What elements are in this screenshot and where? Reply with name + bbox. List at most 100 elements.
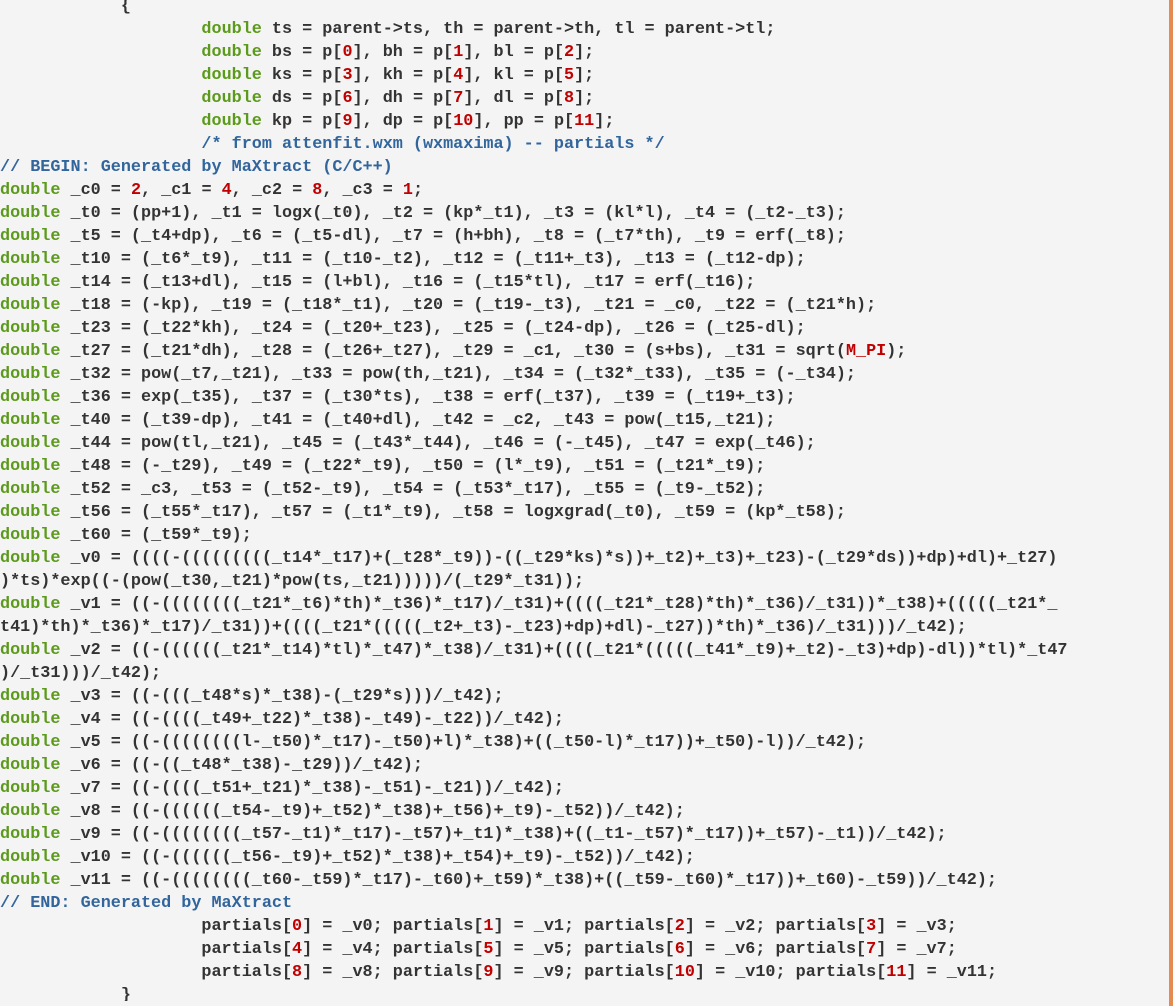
code-text: ] = _v8; partials[ xyxy=(302,963,484,982)
code-line: double _v8 = ((-((((((_t54-_t9)+_t52)*_t… xyxy=(0,800,1166,823)
number-literal: 1 xyxy=(483,917,494,936)
number-literal: 10 xyxy=(674,963,695,982)
keyword-token: double xyxy=(0,779,61,798)
code-text: ] = _v5; partials[ xyxy=(493,940,675,959)
keyword-token: double xyxy=(0,526,61,545)
number-literal: 6 xyxy=(342,89,353,108)
keyword-token: double xyxy=(0,802,61,821)
code-line: double kp = p[9], dp = p[10], pp = p[11]… xyxy=(0,110,1166,133)
number-literal: 3 xyxy=(342,66,353,85)
code-text: ds = p[ xyxy=(261,89,343,108)
code-line: } xyxy=(0,984,1166,1001)
number-literal: 0 xyxy=(292,917,303,936)
number-literal: 5 xyxy=(483,940,494,959)
keyword-token: double xyxy=(201,20,262,39)
code-text: } xyxy=(0,986,131,1001)
code-line: double _t40 = (_t39-dp), _t41 = (_t40+dl… xyxy=(0,409,1166,432)
code-text: _t60 = (_t59*_t9); xyxy=(60,526,252,545)
code-text: ] = _v0; partials[ xyxy=(302,917,484,936)
code-text: ], dh = p[ xyxy=(352,89,454,108)
code-line: double _v11 = ((-((((((((_t60-_t59)*_t17… xyxy=(0,869,1166,892)
code-text: ] = _v6; partials[ xyxy=(684,940,867,959)
code-text: ], bl = p[ xyxy=(463,43,565,62)
code-text: ] = _v9; partials[ xyxy=(493,963,675,982)
code-line: )*ts)*exp((-(pow(_t30,_t21)*pow(ts,_t21)… xyxy=(0,570,1166,593)
scrollbar-edge[interactable] xyxy=(1169,0,1173,1006)
keyword-token: double xyxy=(0,733,61,752)
code-text: ] = _v2; partials[ xyxy=(684,917,867,936)
code-text: _t36 = exp(_t35), _t37 = (_t30*ts), _t38… xyxy=(60,388,796,407)
code-line: double _t32 = pow(_t7,_t21), _t33 = pow(… xyxy=(0,363,1166,386)
keyword-token: double xyxy=(0,227,61,246)
code-line: double _v9 = ((-((((((((_t57-_t1)*_t17)-… xyxy=(0,823,1166,846)
code-text: _v1 = ((-((((((((_t21*_t6)*th)*_t36)*_t1… xyxy=(60,595,1058,614)
keyword-token: double xyxy=(0,319,61,338)
code-text: partials[ xyxy=(0,940,293,959)
keyword-token: double xyxy=(201,112,262,131)
code-line: partials[0] = _v0; partials[1] = _v1; pa… xyxy=(0,915,1166,938)
code-text: _t32 = pow(_t7,_t21), _t33 = pow(th,_t21… xyxy=(60,365,857,384)
code-text: _v0 = ((((-(((((((((_t14*_t17)+(_t28*_t9… xyxy=(60,549,1058,568)
code-text: ]; xyxy=(574,66,595,85)
code-text: ks = p[ xyxy=(261,66,343,85)
code-text: ], dp = p[ xyxy=(352,112,454,131)
code-line: partials[8] = _v8; partials[9] = _v9; pa… xyxy=(0,961,1166,984)
code-text: _v3 = ((-(((_t48*s)*_t38)-(_t29*s)))/_t4… xyxy=(60,687,504,706)
code-text: _v6 = ((-((_t48*_t38)-_t29))/_t42); xyxy=(60,756,423,775)
code-text: ], bh = p[ xyxy=(352,43,454,62)
keyword-token: double xyxy=(0,549,61,568)
code-line: double _t52 = _c3, _t53 = (_t52-_t9), _t… xyxy=(0,478,1166,501)
number-literal: 4 xyxy=(453,66,464,85)
keyword-token: double xyxy=(0,181,61,200)
code-line: double _v5 = ((-((((((((l-_t50)*_t17)-_t… xyxy=(0,731,1166,754)
code-text: ] = _v11; xyxy=(906,963,998,982)
number-literal: 1 xyxy=(402,181,413,200)
keyword-token: double xyxy=(0,457,61,476)
code-text: ] = _v4; partials[ xyxy=(302,940,484,959)
number-literal: 9 xyxy=(483,963,494,982)
code-text: _t5 = (_t4+dp), _t6 = (_t5-dl), _t7 = (h… xyxy=(60,227,846,246)
number-literal: 2 xyxy=(674,917,685,936)
code-line: double _t60 = (_t59*_t9); xyxy=(0,524,1166,547)
code-line: double _v1 = ((-((((((((_t21*_t6)*th)*_t… xyxy=(0,593,1166,616)
code-line: { xyxy=(0,0,1166,18)
code-text: _v4 = ((-((((_t49+_t22)*_t38)-_t49)-_t22… xyxy=(60,710,564,729)
keyword-token: double xyxy=(0,503,61,522)
number-literal: 1 xyxy=(453,43,464,62)
keyword-token: double xyxy=(201,66,262,85)
code-text: ], kh = p[ xyxy=(352,66,454,85)
code-text: ]; xyxy=(594,112,615,131)
keyword-token: double xyxy=(0,342,61,361)
code-line: // END: Generated by MaXtract xyxy=(0,892,1166,915)
keyword-token: double xyxy=(0,825,61,844)
code-listing: { double ts = parent->ts, th = parent->t… xyxy=(0,0,1166,1001)
number-literal: 4 xyxy=(221,181,232,200)
code-text: _v2 = ((-((((((_t21*_t14)*tl)*_t47)*_t38… xyxy=(60,641,1068,660)
code-text: ]; xyxy=(574,43,595,62)
code-text: ts = parent->ts, th = parent->th, tl = p… xyxy=(261,20,776,39)
keyword-token: double xyxy=(0,756,61,775)
code-line: double _t0 = (pp+1), _t1 = logx(_t0), _t… xyxy=(0,202,1166,225)
code-text: partials[ xyxy=(0,963,293,982)
code-text: _v9 = ((-((((((((_t57-_t1)*_t17)-_t57)+_… xyxy=(60,825,947,844)
code-line: double _v2 = ((-((((((_t21*_t14)*tl)*_t4… xyxy=(0,639,1166,662)
code-text: _t23 = (_t22*kh), _t24 = (_t20+_t23), _t… xyxy=(60,319,806,338)
code-text: t41)*th)*_t36)*_t17)/_t31))+((((_t21*(((… xyxy=(0,618,967,637)
code-text: partials[ xyxy=(0,917,293,936)
code-text: )*ts)*exp((-(pow(_t30,_t21)*pow(ts,_t21)… xyxy=(0,572,585,591)
number-literal: 9 xyxy=(342,112,353,131)
number-literal: 8 xyxy=(292,963,303,982)
constant-token: M_PI xyxy=(845,342,887,361)
keyword-token: double xyxy=(0,411,61,430)
code-line: double _t56 = (_t55*_t17), _t57 = (_t1*_… xyxy=(0,501,1166,524)
code-line: double _v4 = ((-((((_t49+_t22)*_t38)-_t4… xyxy=(0,708,1166,731)
code-text: , _c3 = xyxy=(322,181,403,200)
code-text: kp = p[ xyxy=(261,112,343,131)
keyword-token: double xyxy=(0,365,61,384)
code-text: _t18 = (-kp), _t19 = (_t18*_t1), _t20 = … xyxy=(60,296,877,315)
code-line: double _v6 = ((-((_t48*_t38)-_t29))/_t42… xyxy=(0,754,1166,777)
code-text: ] = _v10; partials[ xyxy=(694,963,887,982)
